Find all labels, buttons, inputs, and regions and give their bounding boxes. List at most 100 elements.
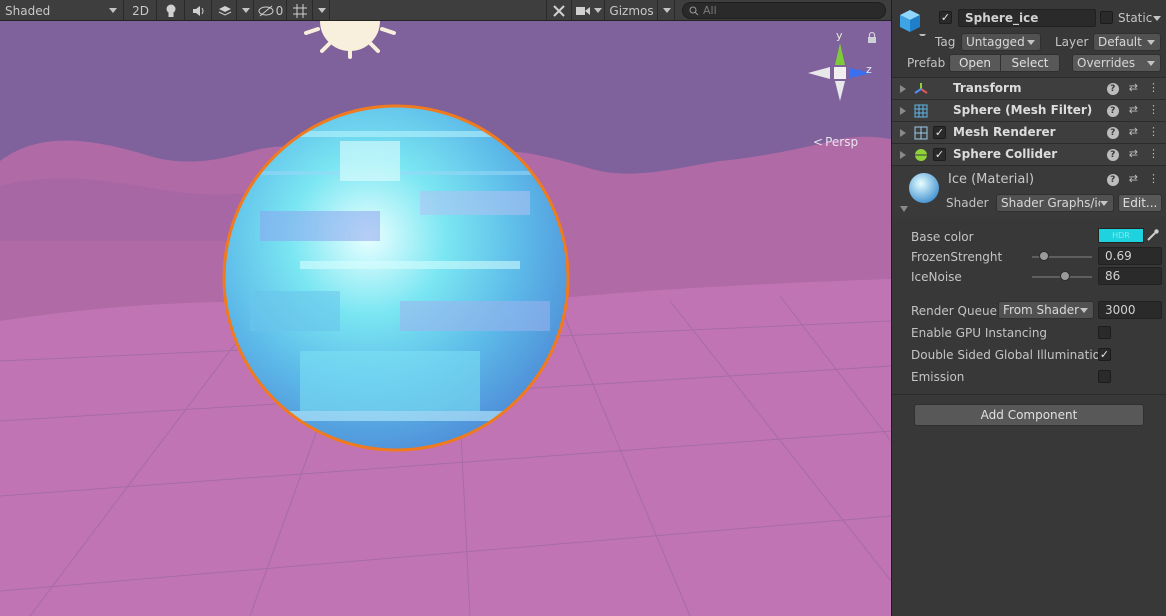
render-queue-field[interactable]: 3000 <box>1098 301 1162 319</box>
overrides-label: Overrides <box>1077 56 1136 70</box>
foldout-arrow-icon[interactable] <box>900 129 906 137</box>
render-queue-label: Render Queue <box>911 304 997 318</box>
tools-button[interactable] <box>546 0 572 21</box>
help-icon[interactable]: ? <box>1106 174 1119 186</box>
static-dropdown-icon[interactable] <box>1153 16 1161 21</box>
camera-icon <box>575 6 590 15</box>
shader-label: Shader <box>946 196 989 210</box>
component-title: Mesh Renderer <box>953 125 1056 139</box>
component-mesh-filter[interactable]: Sphere (Mesh Filter) ? ⇄ ⋮ <box>892 99 1166 121</box>
frozen-strength-field[interactable]: 0.69 <box>1098 247 1162 265</box>
2d-toggle-button[interactable]: 2D <box>125 0 157 21</box>
presets-icon[interactable]: ⇄ <box>1129 125 1138 139</box>
scene-view[interactable]: y z < Persp Shaded 2D 0 Gizmos All <box>0 0 891 616</box>
grid-dropdown-button[interactable] <box>314 0 330 21</box>
object-name-field[interactable]: Sphere_ice <box>958 9 1096 27</box>
shader-dropdown[interactable]: Shader Graphs/ice <box>996 194 1114 212</box>
presets-icon[interactable]: ⇄ <box>1129 81 1138 95</box>
ice-sphere[interactable] <box>222 104 570 452</box>
static-checkbox[interactable] <box>1100 11 1113 24</box>
help-icon[interactable]: ? <box>1106 83 1119 95</box>
material-header[interactable]: Ice (Material) ? ⇄ ⋮ Shader Shader Graphs/… <box>892 165 1166 217</box>
transform-icon <box>914 83 928 94</box>
audio-toggle-button[interactable] <box>186 0 212 21</box>
chevron-down-icon <box>1100 200 1108 206</box>
eye-slash-icon <box>258 5 274 16</box>
component-title: Sphere (Mesh Filter) <box>953 103 1093 117</box>
scene-search-input[interactable] <box>703 4 873 17</box>
help-icon[interactable]: ? <box>1106 105 1119 117</box>
presets-icon[interactable]: ⇄ <box>1129 147 1138 161</box>
gizmos-button[interactable]: Gizmos <box>606 0 658 21</box>
active-checkbox[interactable]: ✓ <box>939 11 952 24</box>
projection-toggle[interactable]: < Persp <box>813 135 858 149</box>
double-sided-gi-checkbox[interactable]: ✓ <box>1098 348 1111 361</box>
context-menu-icon[interactable]: ⋮ <box>1148 81 1159 95</box>
add-component-button[interactable]: Add Component <box>914 404 1144 426</box>
presets-icon[interactable]: ⇄ <box>1129 172 1138 186</box>
search-icon <box>689 6 699 15</box>
shader-edit-button[interactable]: Edit... <box>1118 194 1162 212</box>
help-icon[interactable]: ? <box>1106 127 1119 139</box>
sphere-collider-enabled-checkbox[interactable]: ✓ <box>933 148 946 161</box>
prefab-overrides-dropdown[interactable]: Overrides <box>1072 54 1161 72</box>
material-preview-icon <box>909 173 939 203</box>
frozen-strength-slider-thumb[interactable] <box>1039 251 1049 261</box>
render-queue-mode-dropdown[interactable]: From Shader <box>998 301 1094 319</box>
ice-noise-label: IceNoise <box>911 270 962 284</box>
ice-noise-slider-thumb[interactable] <box>1060 271 1070 281</box>
hidden-count: 0 <box>275 3 284 18</box>
gpu-instancing-checkbox[interactable] <box>1098 326 1111 339</box>
double-sided-gi-label: Double Sided Global Illumination <box>911 348 1108 362</box>
chevron-down-icon <box>1147 39 1155 45</box>
foldout-arrow-icon[interactable] <box>900 85 906 93</box>
scene-viewport[interactable]: y z < Persp <box>0 21 891 616</box>
render-queue-mode: From Shader <box>1003 303 1080 317</box>
hidden-objects-toggle[interactable]: 0 <box>255 0 287 21</box>
component-mesh-renderer[interactable]: ✓ Mesh Renderer ? ⇄ ⋮ <box>892 121 1166 143</box>
eyedropper-icon[interactable] <box>1146 228 1160 242</box>
context-menu-icon[interactable]: ⋮ <box>1148 103 1159 117</box>
tag-dropdown[interactable]: Untagged <box>961 33 1041 51</box>
material-actions: ? ⇄ ⋮ <box>1106 172 1159 186</box>
ice-noise-field[interactable]: 86 <box>1098 267 1162 285</box>
scene-toolbar: Shaded 2D 0 Gizmos All <box>0 0 891 21</box>
foldout-arrow-icon[interactable] <box>900 107 906 115</box>
2d-label: 2D <box>132 3 149 18</box>
mesh-renderer-enabled-checkbox[interactable]: ✓ <box>933 126 946 139</box>
frozen-strength-label: FrozenStrenght <box>911 250 1003 264</box>
component-transform[interactable]: Transform ? ⇄ ⋮ <box>892 77 1166 99</box>
base-color-swatch[interactable]: HDR <box>1098 228 1144 243</box>
layer-dropdown[interactable]: Default <box>1093 33 1161 51</box>
speaker-icon <box>193 5 204 16</box>
gizmos-dropdown-button[interactable] <box>659 0 675 21</box>
emission-checkbox[interactable] <box>1098 370 1111 383</box>
context-menu-icon[interactable]: ⋮ <box>1148 147 1159 161</box>
prefab-open-button[interactable]: Open <box>949 54 1001 72</box>
context-menu-icon[interactable]: ⋮ <box>1148 125 1159 139</box>
camera-settings-button[interactable] <box>573 0 605 21</box>
effects-toggle-button[interactable] <box>213 0 237 21</box>
static-label: Static <box>1118 11 1153 25</box>
context-menu-icon[interactable]: ⋮ <box>1148 172 1159 186</box>
component-sphere-collider[interactable]: ✓ Sphere Collider ? ⇄ ⋮ <box>892 143 1166 165</box>
effects-dropdown-button[interactable] <box>238 0 254 21</box>
material-foldout-icon[interactable] <box>900 206 908 212</box>
help-icon[interactable]: ? <box>1106 149 1119 161</box>
scene-render[interactable]: y z <box>0 21 891 616</box>
presets-icon[interactable]: ⇄ <box>1129 103 1138 117</box>
svg-text:y: y <box>836 29 843 42</box>
persp-label: Persp <box>825 135 859 149</box>
shader-value: Shader Graphs/ice <box>1001 196 1100 210</box>
grid-toggle-button[interactable] <box>288 0 313 21</box>
component-actions: ? ⇄ ⋮ <box>1106 103 1159 117</box>
lighting-toggle-button[interactable] <box>158 0 185 21</box>
component-title: Sphere Collider <box>953 147 1058 161</box>
svg-text:z: z <box>866 63 872 76</box>
scene-search[interactable] <box>682 2 886 19</box>
shading-mode-dropdown[interactable]: Shaded <box>0 0 124 21</box>
foldout-arrow-icon[interactable] <box>900 151 906 159</box>
gpu-instancing-label: Enable GPU Instancing <box>911 326 1048 340</box>
prefab-select-button[interactable]: Select <box>1000 54 1060 72</box>
chevron-down-icon <box>1027 39 1035 45</box>
